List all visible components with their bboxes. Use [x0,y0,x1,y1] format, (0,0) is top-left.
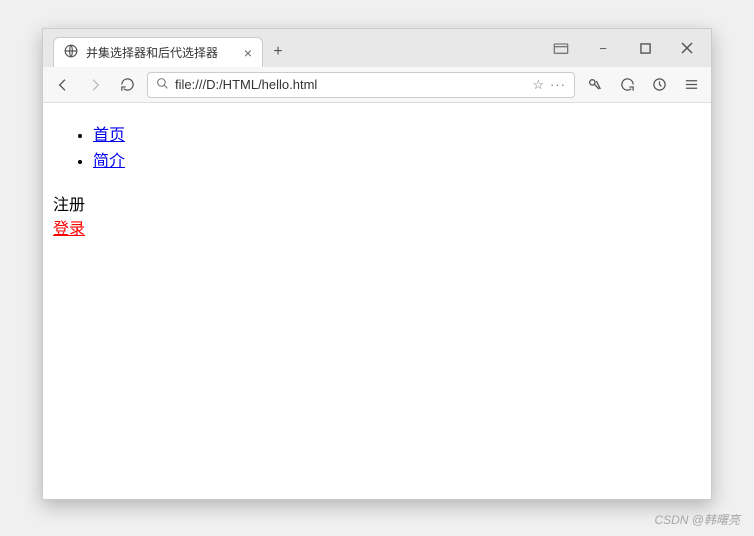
tab-title: 并集选择器和后代选择器 [86,44,218,61]
search-icon [156,77,169,93]
browser-tab[interactable]: 并集选择器和后代选择器 × [53,37,263,67]
watermark: CSDN @韩曙亮 [654,511,740,528]
new-tab-button[interactable]: + [263,37,293,67]
back-button[interactable] [51,73,75,97]
sidebar-toggle-icon[interactable] [541,33,581,63]
screenshot-icon[interactable] [583,73,607,97]
list-item: 首页 [93,121,701,145]
link-home[interactable]: 首页 [93,127,125,144]
titlebar: 并集选择器和后代选择器 × + − [43,29,711,67]
browser-window: 并集选择器和后代选择器 × + − [42,28,712,500]
tab-close-button[interactable]: × [244,45,252,61]
minimize-button[interactable]: − [583,33,623,63]
undo-icon[interactable] [615,73,639,97]
window-controls: − [541,29,707,67]
history-icon[interactable] [647,73,671,97]
page-content: 首页 简介 注册 登录 [43,103,711,499]
list-item: 简介 [93,147,701,171]
toolbar: file:///D:/HTML/hello.html ☆ ··· [43,67,711,103]
address-bar[interactable]: file:///D:/HTML/hello.html ☆ ··· [147,72,575,98]
reload-button[interactable] [115,73,139,97]
maximize-button[interactable] [625,33,665,63]
close-button[interactable] [667,33,707,63]
url-text: file:///D:/HTML/hello.html [175,77,526,92]
more-icon[interactable]: ··· [550,77,566,92]
login-link[interactable]: 登录 [53,221,85,238]
globe-icon [64,44,78,61]
forward-button[interactable] [83,73,107,97]
menu-icon[interactable] [679,73,703,97]
link-about[interactable]: 简介 [93,153,125,170]
bookmark-star-icon[interactable]: ☆ [532,77,544,93]
register-text: 注册 [53,191,701,215]
nav-list: 首页 简介 [53,121,701,171]
